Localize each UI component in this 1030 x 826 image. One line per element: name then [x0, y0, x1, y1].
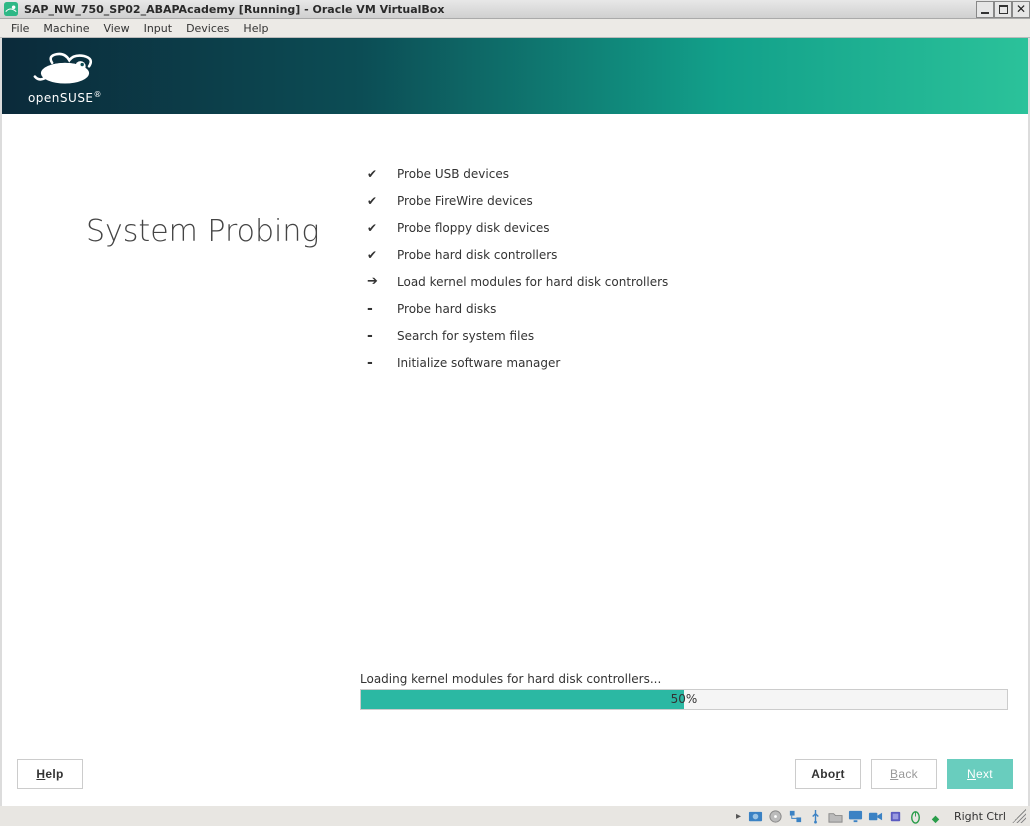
menu-machine[interactable]: Machine: [36, 20, 96, 37]
page-title: System Probing: [86, 214, 319, 249]
arrow-icon: ➔: [367, 274, 397, 289]
usb-icon[interactable]: [807, 808, 825, 824]
display-icon[interactable]: [847, 808, 865, 824]
next-button[interactable]: Next: [947, 759, 1013, 789]
shared-folder-icon[interactable]: [827, 808, 845, 824]
scroll-arrow-icon: ▸: [736, 811, 746, 822]
window-title: SAP_NW_750_SP02_ABAPAcademy [Running] - …: [20, 3, 976, 16]
opensuse-logo: openSUSE®: [22, 47, 108, 105]
checkmark-icon: ✔: [367, 221, 397, 235]
installer-content: System Probing ✔Probe USB devices ✔Probe…: [2, 114, 1028, 741]
abort-button[interactable]: Abort: [795, 759, 861, 789]
checkmark-icon: ✔: [367, 167, 397, 181]
network-icon[interactable]: [787, 808, 805, 824]
mouse-integration-icon[interactable]: [907, 808, 925, 824]
progress-label: 50%: [361, 692, 1007, 706]
probe-step: -Initialize software manager: [367, 349, 668, 376]
probe-step: ✔Probe floppy disk devices: [367, 214, 668, 241]
wizard-button-bar: Help Abort Back Next: [2, 741, 1028, 806]
probe-step: ✔Probe USB devices: [367, 160, 668, 187]
probe-steps-list: ✔Probe USB devices ✔Probe FireWire devic…: [367, 160, 668, 376]
guest-display: openSUSE® System Probing ✔Probe USB devi…: [2, 38, 1028, 806]
resize-grip-icon[interactable]: [1012, 809, 1026, 823]
back-button[interactable]: Back: [871, 759, 937, 789]
maximize-button[interactable]: [994, 1, 1012, 18]
window-controls: ✕: [976, 1, 1030, 18]
progress-status: Loading kernel modules for hard disk con…: [360, 672, 661, 686]
probe-step: ➔Load kernel modules for hard disk contr…: [367, 268, 668, 295]
menu-help[interactable]: Help: [236, 20, 275, 37]
menubar: File Machine View Input Devices Help: [0, 19, 1030, 38]
probe-step: ✔Probe FireWire devices: [367, 187, 668, 214]
window-titlebar: SAP_NW_750_SP02_ABAPAcademy [Running] - …: [0, 0, 1030, 19]
progress-bar: 50%: [360, 689, 1008, 710]
probe-step: -Search for system files: [367, 322, 668, 349]
keyboard-captured-icon[interactable]: [927, 808, 945, 824]
host-key-indicator: Right Ctrl: [946, 810, 1012, 823]
close-button[interactable]: ✕: [1012, 1, 1030, 18]
help-button[interactable]: Help: [17, 759, 83, 789]
brand-name: openSUSE®: [28, 90, 102, 105]
menu-file[interactable]: File: [4, 20, 36, 37]
hard-disk-icon[interactable]: [747, 808, 765, 824]
recording-icon[interactable]: [867, 808, 885, 824]
menu-view[interactable]: View: [96, 20, 136, 37]
installer-header: openSUSE®: [2, 38, 1028, 114]
probe-step: -Probe hard disks: [367, 295, 668, 322]
dash-icon: -: [367, 328, 397, 344]
probe-step: ✔Probe hard disk controllers: [367, 241, 668, 268]
dash-icon: -: [367, 301, 397, 317]
checkmark-icon: ✔: [367, 194, 397, 208]
app-icon: [2, 0, 20, 18]
dash-icon: -: [367, 355, 397, 371]
cpu-icon[interactable]: [887, 808, 905, 824]
menu-devices[interactable]: Devices: [179, 20, 236, 37]
menu-input[interactable]: Input: [137, 20, 179, 37]
vm-statusbar: ▸ Right Ctrl: [0, 806, 1030, 826]
optical-disc-icon[interactable]: [767, 808, 785, 824]
minimize-button[interactable]: [976, 1, 994, 18]
checkmark-icon: ✔: [367, 248, 397, 262]
